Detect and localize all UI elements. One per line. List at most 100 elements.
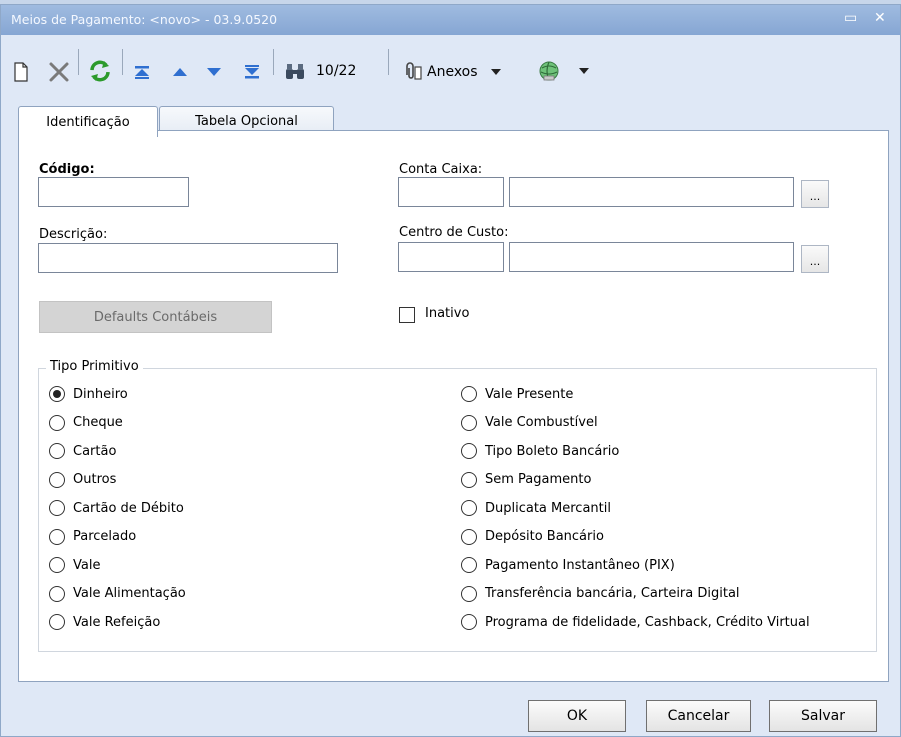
- conta-caixa-lookup-button[interactable]: ...: [801, 180, 829, 208]
- conta-caixa-description-input[interactable]: [509, 177, 794, 207]
- radio-label: Duplicata Mercantil: [485, 500, 611, 516]
- codigo-label: Código:: [39, 162, 95, 177]
- minimize-icon[interactable]: ▭: [844, 10, 857, 26]
- new-document-icon[interactable]: [11, 59, 31, 85]
- title-bar: Meios de Pagamento: <novo> - 03.9.0520 ▭…: [1, 5, 900, 35]
- radio-label: Cheque: [73, 415, 123, 430]
- toolbar-separator: [78, 49, 79, 75]
- radio-option[interactable]: Vale Presente: [461, 386, 573, 402]
- radio-option[interactable]: Vale: [49, 557, 100, 573]
- binoculars-icon[interactable]: [281, 61, 309, 83]
- defaults-contabeis-button[interactable]: Defaults Contábeis: [39, 301, 272, 333]
- centro-custo-code-input[interactable]: [398, 242, 504, 272]
- chevron-down-icon[interactable]: [576, 65, 592, 77]
- anexos-button[interactable]: Anexos: [401, 59, 502, 85]
- radio-label: Vale Alimentação: [73, 586, 186, 601]
- first-record-icon[interactable]: [130, 61, 154, 83]
- previous-record-icon[interactable]: [168, 61, 192, 83]
- delete-icon[interactable]: [46, 59, 72, 85]
- radio-circle[interactable]: [49, 528, 65, 545]
- payment-methods-dialog: Meios de Pagamento: <novo> - 03.9.0520 ▭…: [0, 4, 901, 737]
- toolbar-separator: [273, 49, 274, 75]
- tab-identificacao-label: Identificação: [46, 114, 130, 130]
- centro-custo-label: Centro de Custo:: [399, 225, 509, 240]
- radio-option[interactable]: Pagamento Instantâneo (PIX): [461, 557, 675, 573]
- tipo-primitivo-legend: Tipo Primitivo: [46, 359, 143, 374]
- radio-option[interactable]: Duplicata Mercantil: [461, 500, 611, 516]
- conta-caixa-code-input[interactable]: [398, 177, 504, 207]
- radio-option[interactable]: Sem Pagamento: [461, 471, 592, 488]
- radio-label: Vale Presente: [485, 386, 574, 402]
- refresh-icon[interactable]: [86, 57, 114, 85]
- toolbar-separator: [388, 49, 389, 75]
- radio-option[interactable]: Cheque: [49, 414, 123, 431]
- radio-label: Pagamento Instantâneo (PIX): [485, 557, 675, 573]
- salvar-button[interactable]: Salvar: [769, 700, 877, 732]
- radio-label: Transferência bancária, Carteira Digital: [485, 586, 740, 601]
- radio-label: Dinheiro: [73, 386, 128, 402]
- radio-option[interactable]: Parcelado: [49, 528, 137, 545]
- radio-circle[interactable]: [461, 386, 477, 402]
- radio-circle[interactable]: [461, 471, 477, 488]
- radio-circle[interactable]: [49, 585, 65, 602]
- radio-circle[interactable]: [461, 414, 477, 431]
- next-record-icon[interactable]: [202, 61, 226, 83]
- radio-circle[interactable]: [461, 614, 477, 630]
- radio-label: Vale Refeição: [73, 614, 161, 630]
- radio-circle[interactable]: [49, 443, 65, 459]
- toolbar-separator: [122, 49, 123, 75]
- codigo-input[interactable]: [38, 177, 189, 207]
- radio-circle[interactable]: [461, 528, 477, 545]
- tab-identificacao[interactable]: Identificação: [18, 106, 158, 137]
- radio-label: Cartão de Débito: [73, 500, 184, 516]
- centro-custo-description-input[interactable]: [509, 242, 794, 272]
- window-title: Meios de Pagamento: <novo> - 03.9.0520: [11, 12, 278, 27]
- radio-option[interactable]: Vale Alimentação: [49, 585, 186, 602]
- toolbar: 10/22 Anexos: [1, 37, 900, 87]
- paperclip-icon: [401, 61, 423, 83]
- radio-label: Depósito Bancário: [485, 529, 604, 544]
- radio-circle[interactable]: [49, 414, 65, 431]
- radio-label: Outros: [73, 472, 117, 487]
- ok-button[interactable]: OK: [528, 700, 626, 732]
- radio-option[interactable]: Tipo Boleto Bancário: [461, 443, 619, 459]
- radio-option[interactable]: Vale Refeição: [49, 614, 160, 630]
- inativo-label: Inativo: [425, 306, 470, 321]
- radio-circle[interactable]: [461, 585, 477, 602]
- radio-option[interactable]: Cartão: [49, 443, 116, 459]
- radio-circle[interactable]: [461, 443, 477, 459]
- inativo-checkbox[interactable]: [399, 307, 415, 323]
- radio-option[interactable]: Vale Combustível: [461, 414, 598, 431]
- cancelar-button[interactable]: Cancelar: [646, 700, 751, 732]
- radio-label: Programa de fidelidade, Cashback, Crédit…: [485, 614, 810, 630]
- radio-circle[interactable]: [49, 500, 65, 516]
- conta-caixa-label: Conta Caixa:: [399, 162, 483, 177]
- radio-option[interactable]: Dinheiro: [49, 386, 128, 402]
- anexos-label: Anexos: [427, 64, 478, 80]
- radio-option[interactable]: Cartão de Débito: [49, 500, 184, 516]
- record-counter: 10/22: [316, 63, 357, 79]
- chevron-down-icon[interactable]: [490, 68, 502, 76]
- radio-circle[interactable]: [49, 386, 65, 402]
- radio-option[interactable]: Depósito Bancário: [461, 528, 604, 545]
- close-icon[interactable]: ✕: [874, 10, 886, 26]
- radio-label: Tipo Boleto Bancário: [485, 443, 620, 459]
- radio-label: Vale: [73, 557, 101, 573]
- radio-label: Sem Pagamento: [485, 472, 592, 487]
- radio-label: Cartão: [73, 443, 117, 459]
- descricao-input[interactable]: [38, 243, 338, 273]
- radio-option[interactable]: Outros: [49, 471, 117, 488]
- radio-option[interactable]: Programa de fidelidade, Cashback, Crédit…: [461, 614, 810, 630]
- radio-circle[interactable]: [49, 471, 65, 488]
- last-record-icon[interactable]: [240, 61, 264, 83]
- centro-custo-lookup-button[interactable]: ...: [801, 245, 829, 273]
- descricao-label: Descrição:: [39, 227, 108, 242]
- radio-label: Vale Combustível: [485, 415, 598, 430]
- radio-circle[interactable]: [461, 557, 477, 573]
- radio-option[interactable]: Transferência bancária, Carteira Digital: [461, 585, 740, 602]
- radio-label: Parcelado: [73, 529, 137, 544]
- radio-circle[interactable]: [49, 614, 65, 630]
- radio-circle[interactable]: [49, 557, 65, 573]
- radio-circle[interactable]: [461, 500, 477, 516]
- globe-icon[interactable]: [535, 57, 563, 85]
